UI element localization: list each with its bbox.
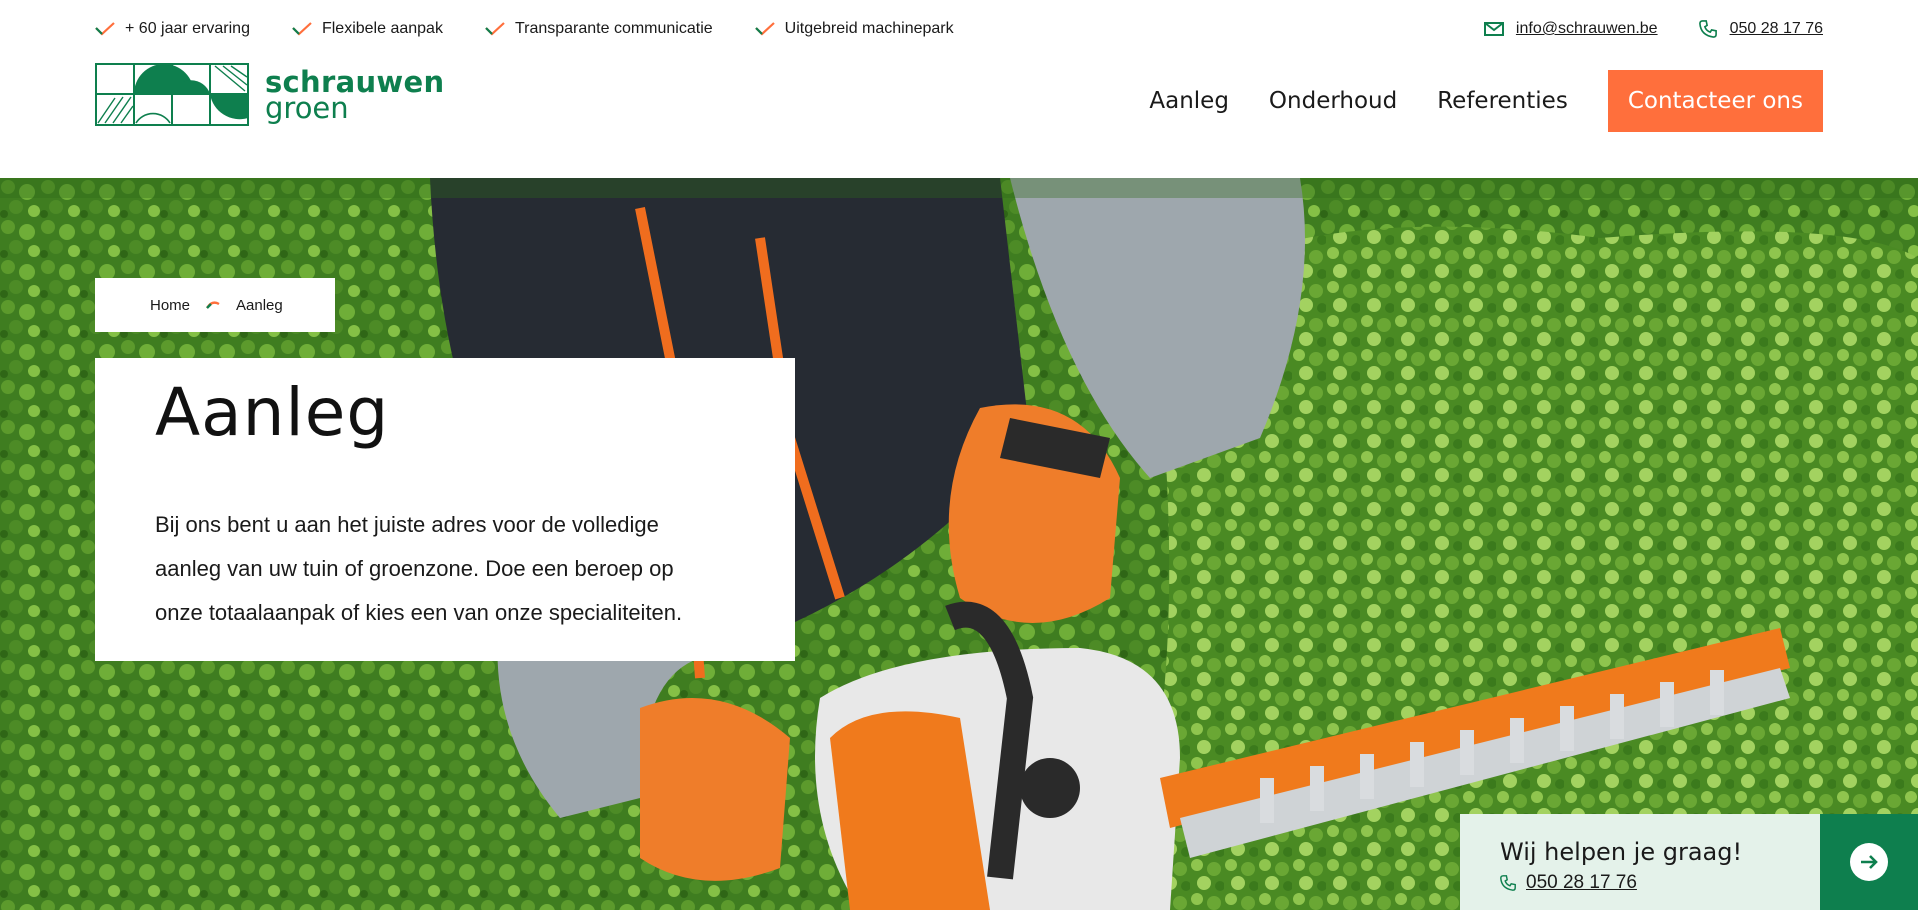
email-contact: info@schrauwen.be [1483,20,1658,38]
main-nav: Aanleg Onderhoud Referenties Contacteer … [1109,70,1823,132]
usp-item: Transparante communicatie [485,20,713,38]
help-title: Wij helpen je graag! [1500,838,1743,866]
breadcrumb-home[interactable]: Home [150,297,190,314]
help-phone-link[interactable]: 050 28 17 76 [1526,872,1637,894]
usp-label: Uitgebreid machinepark [784,20,954,37]
phone-link[interactable]: 050 28 17 76 [1730,20,1823,38]
mail-icon [1483,22,1504,36]
page-title: Aanleg [155,374,390,451]
usp-list: + 60 jaar ervaring Flexibele aanpak Tran… [95,20,954,38]
phone-icon [1698,20,1717,38]
phone-contact: 050 28 17 76 [1698,20,1823,38]
email-link[interactable]: info@schrauwen.be [1516,20,1658,38]
contact-button[interactable]: Contacteer ons [1607,70,1823,132]
logo[interactable]: schrauwen groen [95,63,444,126]
usp-label: Transparante communicatie [514,20,713,37]
usp-label: + 60 jaar ervaring [125,20,250,37]
usp-label: Flexibele aanpak [321,20,443,37]
check-icon [754,22,775,36]
breadcrumb-separator-icon [206,301,220,309]
usp-item: Uitgebreid machinepark [754,20,954,38]
nav-item-onderhoud[interactable]: Onderhoud [1269,88,1397,114]
arrow-right-icon [1861,855,1878,869]
check-icon [95,22,115,36]
check-icon [485,22,505,36]
phone-icon [1500,875,1516,891]
breadcrumb-current: Aanleg [236,296,283,314]
hero-description: Bij ons bent u aan het juiste adres voor… [155,512,683,625]
help-phone: 050 28 17 76 [1500,872,1780,894]
top-bar: + 60 jaar ervaring Flexibele aanpak Tran… [0,0,1918,62]
help-widget: Wij helpen je graag! 050 28 17 76 [1460,814,1820,910]
check-icon [292,22,312,36]
help-arrow-circle [1850,843,1888,881]
logo-text: schrauwen groen [265,67,444,122]
nav-item-aanleg[interactable]: Aanleg [1149,88,1229,114]
hero-intro-card: Aanleg Bij ons bent u aan het juiste adr… [95,358,795,661]
nav-item-referenties[interactable]: Referenties [1437,88,1568,114]
logo-mark-icon [95,63,249,126]
breadcrumb: Home Aanleg [95,278,335,332]
usp-item: Flexibele aanpak [292,20,443,38]
help-arrow-button[interactable] [1820,814,1918,910]
top-contacts: info@schrauwen.be 050 28 17 76 [1483,20,1823,38]
usp-item: + 60 jaar ervaring [95,20,250,38]
